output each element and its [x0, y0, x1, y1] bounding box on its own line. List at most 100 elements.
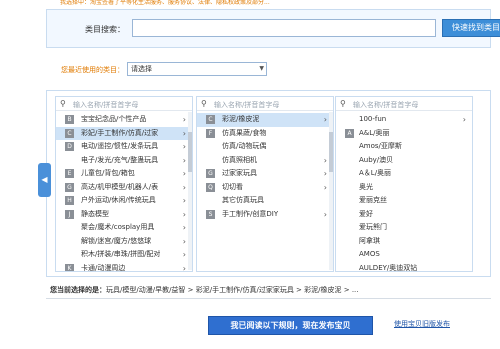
list-item[interactable]: AULDEY/奥迪双钻 — [336, 262, 472, 272]
column-scrollbar[interactable] — [188, 112, 192, 270]
index-letter-badge: D — [65, 142, 74, 151]
list-item[interactable]: 爱丽克丝 — [336, 194, 472, 208]
list-item-label: A&L/奥丽 — [359, 128, 390, 137]
recent-category-value: 请选择 — [131, 65, 152, 73]
list-item[interactable]: E 儿童包/背包/箱包 › — [56, 167, 192, 181]
list-item[interactable]: 100-fun › — [336, 113, 472, 127]
list-item[interactable]: 解锁/迷宫/魔方/悠悠球 › — [56, 235, 192, 249]
list-item-label: 过家家玩具 — [222, 169, 257, 177]
list-item[interactable]: G 过家家玩具 › — [197, 167, 333, 181]
list-item-label: 切切看 — [222, 182, 243, 191]
category-column-level-2: ⚲ 输入名称/拼音首字母 C 彩泥/橡皮泥 › F 仿真果蔬/食物 仿真/动物玩偶 仿真照相… — [196, 96, 334, 272]
column-filter[interactable]: ⚲ 输入名称/拼音首字母 — [197, 97, 333, 111]
list-item[interactable]: C 彩泥/橡皮泥 › — [197, 113, 333, 127]
index-letter-badge: S — [206, 209, 215, 219]
index-letter-badge: C — [65, 128, 74, 138]
index-letter-badge: Q — [206, 182, 215, 192]
scrollbar-thumb[interactable] — [188, 132, 192, 172]
list-item-label: 奥光 — [359, 182, 373, 191]
list-item[interactable]: 阿拿琪 — [336, 235, 472, 249]
list-item[interactable]: S 手工制作/创意DIY › — [197, 208, 333, 222]
column-scrollbar[interactable] — [329, 112, 333, 270]
recent-category-select[interactable]: 请选择 ▼ — [127, 62, 267, 76]
list-item-label: 聚会/魔术/cosplay用具 — [81, 223, 155, 231]
category-list: 100-fun › A A&L/奥丽 Amos/亚摩斯 Auby/澳贝 A＆L/奥丽 奥光爱丽… — [336, 111, 472, 272]
chevron-right-icon: › — [182, 263, 186, 272]
list-item[interactable]: Auby/澳贝 — [336, 154, 472, 168]
list-item[interactable]: 爱玩熊门 — [336, 221, 472, 235]
chevron-down-icon: ▼ — [259, 65, 264, 72]
list-item[interactable]: K 卡通/动漫周边 › — [56, 262, 192, 272]
list-item-label: Auby/澳贝 — [359, 155, 394, 164]
chevron-right-icon: › — [323, 155, 327, 165]
list-item[interactable]: Amos/亚摩斯 — [336, 140, 472, 154]
list-item[interactable]: B 宝宝纪念品/个性产品 › — [56, 113, 192, 127]
chevron-right-icon: › — [182, 142, 186, 151]
publish-button[interactable]: 我已阅读以下规则，现在发布宝贝 — [208, 316, 373, 335]
list-item-label: 仿真果蔬/食物 — [222, 128, 267, 137]
list-item-label: 电动/遥控/惯性/发条玩具 — [81, 142, 159, 150]
scrollbar-thumb[interactable] — [329, 132, 333, 172]
list-item[interactable]: D 电动/遥控/惯性/发条玩具 › — [56, 140, 192, 154]
list-item-label: 100-fun — [359, 115, 387, 123]
index-letter-badge: K — [65, 263, 74, 271]
chevron-right-icon: › — [182, 155, 186, 165]
quick-find-button[interactable]: 快速找到类目 — [442, 19, 500, 37]
list-item[interactable]: 积木/拼装/串珠/拼图/配对 › — [56, 248, 192, 262]
chevron-right-icon: › — [323, 209, 327, 219]
scroll-left-button[interactable]: ◀ — [38, 163, 51, 197]
list-item[interactable]: Q 切切看 › — [197, 181, 333, 195]
category-search-panel: 类目搜索： 快速找到类目 — [46, 9, 500, 48]
list-item-label: 爱丽克丝 — [359, 196, 387, 204]
list-item-label: 爱玩熊门 — [359, 223, 387, 231]
category-column-brand: ⚲ 输入名称/拼音首字母 100-fun › A A&L/奥丽 Amos/亚摩斯 Auby… — [335, 96, 473, 272]
breadcrumb-path: 玩具/模型/动漫/早教/益智 > 彩泥/手工制作/仿真/过家家玩具 > 彩泥/橡… — [106, 286, 359, 294]
list-item-label: 其它仿真玩具 — [222, 196, 264, 204]
list-item[interactable]: 电子/发光/充气/整蛊玩具 › — [56, 154, 192, 168]
list-item[interactable]: 其它仿真玩具 — [197, 194, 333, 208]
top-notice: 我选择中：淘宝签署了平等化生活服务、服务协议、法律、隐私权政策及部分... — [60, 0, 270, 6]
list-item[interactable]: C 彩妃/手工制作/仿真/过家 › — [56, 126, 192, 140]
list-item-label: 解锁/迷宫/魔方/悠悠球 — [81, 236, 152, 245]
list-item[interactable]: A＆L/奥丽 — [336, 167, 472, 181]
search-icon: ⚲ — [201, 99, 207, 108]
list-item[interactable]: 仿真/动物玩偶 — [197, 140, 333, 154]
list-item-label: 积木/拼装/串珠/拼图/配对 — [81, 250, 161, 258]
list-item[interactable]: H 户外运动/休闲/传统玩具 › — [56, 194, 192, 208]
old-version-link[interactable]: 使用宝贝旧版发布 — [394, 319, 450, 329]
chevron-right-icon: › — [182, 169, 186, 178]
list-item-label: 阿拿琪 — [359, 236, 380, 245]
chevron-right-icon: › — [323, 182, 327, 192]
list-item-label: 仿真/动物玩偶 — [222, 142, 267, 150]
chevron-right-icon: › — [182, 128, 186, 138]
list-item-label: AULDEY/奥迪双钻 — [359, 263, 418, 272]
column-filter[interactable]: ⚲ 输入名称/拼音首字母 — [56, 97, 192, 111]
list-item[interactable]: 奥光 — [336, 181, 472, 195]
column-filter-placeholder: 输入名称/拼音首字母 — [73, 101, 139, 109]
list-item[interactable]: G 高达/机甲模型/机器人/表 › — [56, 181, 192, 195]
list-item[interactable]: J 静态模型 › — [56, 208, 192, 222]
index-letter-badge: A — [345, 128, 354, 138]
search-icon: ⚲ — [340, 99, 346, 108]
list-item[interactable]: AMOS — [336, 248, 472, 262]
list-item-label: 户外运动/休闲/传统玩具 — [81, 196, 156, 204]
list-item-label: 仿真照相机 — [222, 155, 257, 164]
chevron-right-icon: › — [182, 209, 186, 219]
breadcrumb: 您当前选择的是：玩具/模型/动漫/早教/益智 > 彩泥/手工制作/仿真/过家家玩… — [46, 283, 491, 297]
list-item-label: AMOS — [359, 250, 380, 258]
category-column-level-1: ⚲ 输入名称/拼音首字母 B 宝宝纪念品/个性产品 › C 彩妃/手工制作/仿真/过家 ›… — [55, 96, 193, 272]
index-letter-badge: C — [206, 115, 215, 124]
list-item[interactable]: 聚会/魔术/cosplay用具 › — [56, 221, 192, 235]
chevron-right-icon: › — [323, 115, 327, 124]
list-item[interactable]: A A&L/奥丽 — [336, 127, 472, 141]
category-search-input[interactable] — [132, 19, 436, 37]
column-filter[interactable]: ⚲ 输入名称/拼音首字母 — [336, 97, 472, 111]
index-letter-badge: F — [206, 128, 215, 138]
list-item[interactable]: F 仿真果蔬/食物 — [197, 127, 333, 141]
list-item[interactable]: 仿真照相机 › — [197, 154, 333, 168]
list-item-label: 静态模型 — [81, 209, 109, 218]
chevron-right-icon: › — [182, 182, 186, 192]
list-item-label: 电子/发光/充气/整蛊玩具 — [81, 155, 159, 164]
list-item[interactable]: 爱好 — [336, 208, 472, 222]
chevron-right-icon: › — [182, 250, 186, 259]
